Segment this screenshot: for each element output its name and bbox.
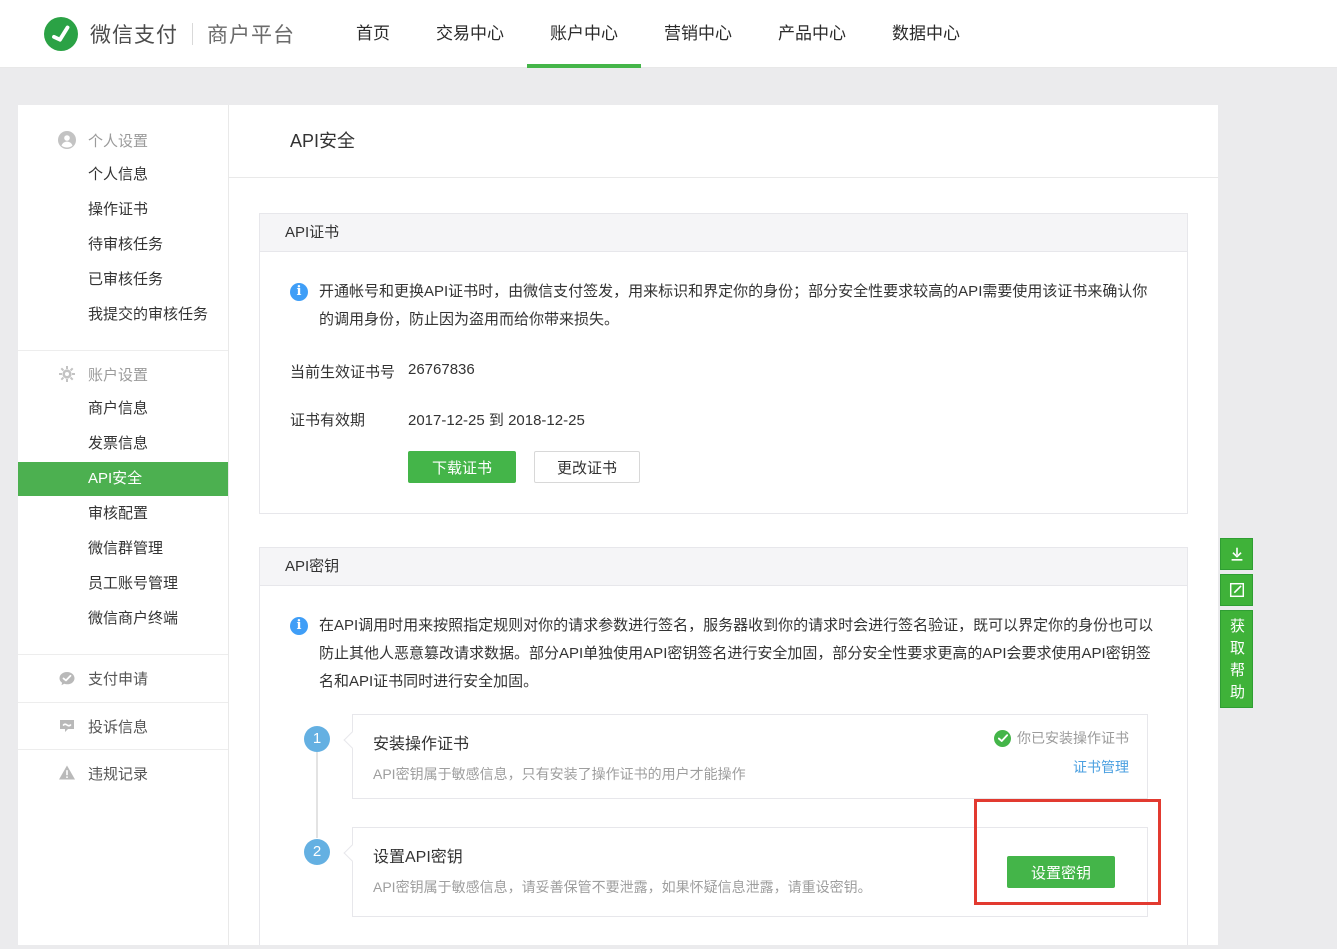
step1-status-block: 你已安装操作证书 证书管理 xyxy=(994,728,1129,777)
feedback-float-button[interactable] xyxy=(1220,574,1253,606)
gear-icon xyxy=(58,365,76,383)
sidebar-item-pending-review[interactable]: 待审核任务 xyxy=(18,228,228,262)
step2-set-api-key-box: 设置API密钥 API密钥属于敏感信息，请妥善保管不要泄露，如果怀疑信息泄露，请… xyxy=(352,827,1148,917)
nav-marketing-label: 营销中心 xyxy=(664,24,732,43)
key-info-text: 在API调用时用来按照指定规则对你的请求参数进行签名，服务器收到你的请求时会进行… xyxy=(319,612,1157,696)
step2-number-badge: 2 xyxy=(304,839,330,865)
nav-data-center[interactable]: 数据中心 xyxy=(869,0,983,68)
sidebar-section2-title: 账户设置 xyxy=(88,364,148,385)
sidebar-item-merchant-info[interactable]: 商户信息 xyxy=(18,392,228,426)
api-cert-panel: API证书 i 开通帐号和更换API证书时，由微信支付签发，用来标识和界定你的身… xyxy=(259,213,1188,514)
sidebar: 个人设置 个人信息 操作证书 待审核任务 已审核任务 我提交的审核任务 xyxy=(18,105,228,945)
step1-number-badge: 1 xyxy=(304,726,330,752)
nav-home[interactable]: 首页 xyxy=(333,0,413,68)
nav-data-label: 数据中心 xyxy=(892,24,960,43)
sidebar-header-account-settings: 账户设置 xyxy=(18,357,228,391)
page-title: API安全 xyxy=(229,105,1218,178)
sidebar-item-complaint-info[interactable]: 投诉信息 xyxy=(18,702,228,749)
api-key-panel-header: API密钥 xyxy=(260,548,1187,586)
sidebar-header-personal-settings: 个人设置 xyxy=(18,123,228,157)
cert-info-text: 开通帐号和更换API证书时，由微信支付签发，用来标识和界定你的身份；部分安全性要… xyxy=(319,278,1157,334)
step2-notch xyxy=(344,845,361,862)
api-cert-panel-body: i 开通帐号和更换API证书时，由微信支付签发，用来标识和界定你的身份；部分安全… xyxy=(260,252,1187,513)
brand-platform: 商户平台 xyxy=(207,19,295,49)
brand-name: 微信支付 xyxy=(90,19,178,49)
api-cert-panel-header: API证书 xyxy=(260,214,1187,252)
nav-marketing-center[interactable]: 营销中心 xyxy=(641,0,755,68)
floating-help-bar: 获取帮助 xyxy=(1220,538,1253,708)
sidebar-item-invoice-info[interactable]: 发票信息 xyxy=(18,427,228,461)
set-api-key-button[interactable]: 设置密钥 xyxy=(1007,856,1115,888)
main-nav: 首页 交易中心 账户中心 营销中心 产品中心 数据中心 xyxy=(333,0,983,68)
step1-install-cert-box: 安装操作证书 API密钥属于敏感信息，只有安装了操作证书的用户才能操作 你已安装… xyxy=(352,714,1148,799)
sidebar-item-operation-cert[interactable]: 操作证书 xyxy=(18,193,228,227)
edit-icon xyxy=(1228,581,1246,599)
screen: 微信支付 商户平台 首页 交易中心 账户中心 营销中心 产品中心 数据中心 xyxy=(0,0,1337,949)
sidebar-item-payment-application[interactable]: 支付申请 xyxy=(18,655,228,702)
sidebar-violation-record-label: 违规记录 xyxy=(88,763,148,784)
check-circle-icon xyxy=(994,730,1011,747)
api-key-panel: API密钥 i 在API调用时用来按照指定规则对你的请求参数进行签名，服务器收到… xyxy=(259,547,1188,945)
brand-divider xyxy=(192,23,193,45)
nav-account-center[interactable]: 账户中心 xyxy=(527,0,641,68)
cert-number-row: 当前生效证书号 26767836 xyxy=(290,361,1157,382)
cert-buttons-row: 下载证书 更改证书 xyxy=(290,451,1157,483)
wechat-pay-logo-icon xyxy=(44,17,78,51)
cert-validity-row: 证书有效期 2017-12-25 到 2018-12-25 xyxy=(290,409,1157,430)
nav-home-label: 首页 xyxy=(356,24,390,43)
main-content: API安全 API证书 i 开通帐号和更换API证书时，由微信支付签发，用来标识… xyxy=(228,105,1218,945)
step1-status-text: 你已安装操作证书 xyxy=(1017,728,1129,748)
comment-icon xyxy=(58,717,76,735)
sidebar-item-api-security[interactable]: API安全 xyxy=(18,462,228,496)
sidebar-item-reviewed[interactable]: 已审核任务 xyxy=(18,263,228,297)
info-icon: i xyxy=(290,617,308,635)
user-icon xyxy=(58,131,76,149)
nav-transaction-center[interactable]: 交易中心 xyxy=(413,0,527,68)
sidebar-complaint-info-label: 投诉信息 xyxy=(88,716,148,737)
key-info-row: i 在API调用时用来按照指定规则对你的请求参数进行签名，服务器收到你的请求时会… xyxy=(290,612,1157,696)
sidebar-section1-title: 个人设置 xyxy=(88,130,148,151)
sidebar-item-violation-record[interactable]: 违规记录 xyxy=(18,749,228,796)
cert-info-row: i 开通帐号和更换API证书时，由微信支付签发，用来标识和界定你的身份；部分安全… xyxy=(290,278,1157,334)
nav-account-label: 账户中心 xyxy=(550,24,618,43)
sidebar-item-my-submitted-review[interactable]: 我提交的审核任务 xyxy=(18,298,228,332)
step-connector-line xyxy=(316,752,318,838)
sidebar-item-review-config[interactable]: 审核配置 xyxy=(18,497,228,531)
step1-status-line: 你已安装操作证书 xyxy=(994,728,1129,748)
sidebar-item-staff-account-mgmt[interactable]: 员工账号管理 xyxy=(18,567,228,601)
get-help-button[interactable]: 获取帮助 xyxy=(1220,610,1253,708)
sidebar-item-wechat-group-mgmt[interactable]: 微信群管理 xyxy=(18,532,228,566)
warning-icon xyxy=(58,764,76,782)
sidebar-links: 支付申请 投诉信息 违 xyxy=(18,654,228,796)
cert-number-value: 26767836 xyxy=(408,361,475,382)
brand[interactable]: 微信支付 商户平台 xyxy=(44,17,295,51)
key-steps: 1 2 安装操作证书 API密钥属于敏感信息，只有安装了操作证书的用户才能操作 xyxy=(290,714,1157,917)
sidebar-item-personal-info[interactable]: 个人信息 xyxy=(18,158,228,192)
sidebar-section-personal: 个人设置 个人信息 操作证书 待审核任务 已审核任务 我提交的审核任务 xyxy=(18,105,228,341)
nav-product-center[interactable]: 产品中心 xyxy=(755,0,869,68)
change-cert-button[interactable]: 更改证书 xyxy=(534,451,640,483)
info-icon: i xyxy=(290,283,308,301)
sidebar-item-wechat-merchant-terminal[interactable]: 微信商户终端 xyxy=(18,602,228,636)
nav-product-label: 产品中心 xyxy=(778,24,846,43)
step1-notch xyxy=(344,732,361,749)
active-tab-underline xyxy=(527,64,641,68)
download-float-button[interactable] xyxy=(1220,538,1253,570)
sidebar-section-account: 账户设置 商户信息 发票信息 API安全 审核配置 微信群管理 员工账号管理 微… xyxy=(18,350,228,645)
chat-check-icon xyxy=(58,670,76,688)
cert-validity-value: 2017-12-25 到 2018-12-25 xyxy=(408,409,585,430)
nav-transaction-label: 交易中心 xyxy=(436,24,504,43)
download-icon xyxy=(1228,545,1246,563)
api-key-panel-body: i 在API调用时用来按照指定规则对你的请求参数进行签名，服务器收到你的请求时会… xyxy=(260,586,1187,945)
cert-number-label: 当前生效证书号 xyxy=(290,361,408,382)
top-header: 微信支付 商户平台 首页 交易中心 账户中心 营销中心 产品中心 数据中心 xyxy=(0,0,1337,68)
download-cert-button[interactable]: 下载证书 xyxy=(408,451,516,483)
cert-validity-label: 证书有效期 xyxy=(290,409,408,430)
sidebar-payment-application-label: 支付申请 xyxy=(88,668,148,689)
cert-management-link[interactable]: 证书管理 xyxy=(1073,757,1129,777)
